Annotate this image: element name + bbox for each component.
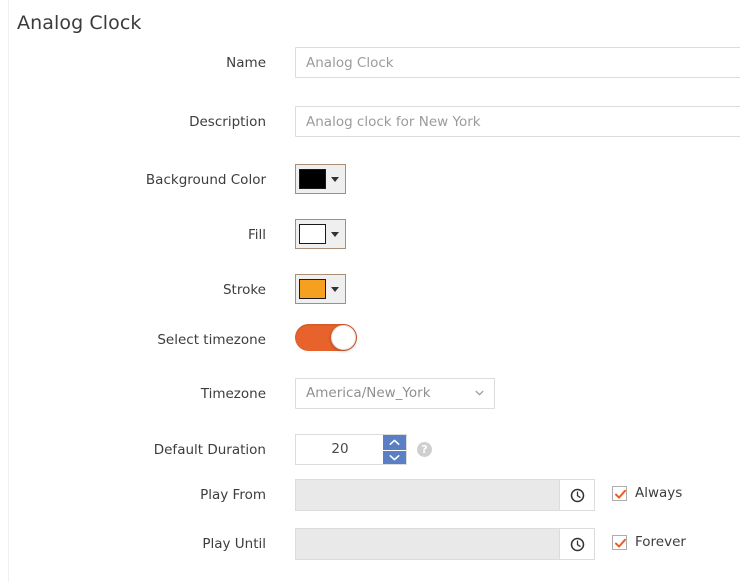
stroke-color-picker-button[interactable]: [295, 274, 346, 304]
name-input[interactable]: [295, 47, 740, 78]
toggle-knob: [331, 325, 356, 350]
play-from-clock-button[interactable]: [559, 479, 595, 511]
play-from-input-group: [295, 479, 595, 511]
always-checkbox-label: Always: [635, 485, 683, 501]
question-mark-icon[interactable]: ?: [417, 442, 432, 457]
default-duration-input[interactable]: 20: [296, 435, 384, 464]
form-row-select-timezone: Select timezone: [0, 324, 740, 358]
form-row-description: Description: [0, 106, 740, 140]
chevron-down-icon: [331, 176, 339, 182]
play-until-input[interactable]: [295, 528, 559, 560]
clock-icon: [570, 537, 584, 551]
form-row-background-color: Background Color: [0, 164, 740, 198]
form-row-timezone: Timezone America/New_York: [0, 378, 740, 412]
timezone-select[interactable]: America/New_York: [295, 378, 495, 409]
play-until-input-group: [295, 528, 595, 560]
play-from-label: Play From: [200, 487, 266, 503]
play-until-label: Play Until: [202, 536, 266, 552]
form-row-default-duration: Default Duration 20 ?: [0, 434, 740, 468]
play-from-input[interactable]: [295, 479, 559, 511]
chevron-up-icon: [389, 439, 400, 445]
forever-checkbox-label: Forever: [635, 534, 686, 550]
always-checkbox-wrapper[interactable]: Always: [612, 485, 682, 501]
play-until-clock-button[interactable]: [559, 528, 595, 560]
background-color-picker-button[interactable]: [295, 164, 346, 194]
check-icon: [615, 489, 626, 499]
form-row-name: Name: [0, 47, 740, 81]
stepper-decrement-button[interactable]: [383, 449, 406, 464]
default-duration-label: Default Duration: [153, 442, 266, 458]
chevron-down-icon: [389, 454, 400, 461]
select-timezone-label: Select timezone: [157, 332, 266, 348]
form-row-play-until: Play Until Forever: [0, 528, 740, 562]
description-label: Description: [189, 114, 266, 130]
timezone-select-wrapper: America/New_York: [295, 378, 495, 409]
fill-label: Fill: [247, 227, 266, 243]
stepper-buttons: [383, 435, 406, 464]
check-icon: [615, 538, 626, 548]
form-row-play-from: Play From Always: [0, 479, 740, 513]
name-label: Name: [226, 55, 266, 71]
fill-color-swatch: [299, 224, 326, 244]
default-duration-stepper: 20: [295, 434, 407, 465]
stroke-label: Stroke: [222, 282, 266, 298]
chevron-down-icon: [331, 231, 339, 237]
page-title: Analog Clock: [17, 12, 142, 34]
forever-checkbox-wrapper[interactable]: Forever: [612, 534, 686, 550]
description-input[interactable]: [295, 106, 740, 137]
stepper-increment-button[interactable]: [383, 435, 406, 450]
timezone-label: Timezone: [200, 386, 266, 402]
clock-icon: [570, 488, 584, 502]
stroke-color-swatch: [299, 279, 326, 299]
form-row-stroke: Stroke: [0, 274, 740, 308]
form-row-fill: Fill: [0, 219, 740, 253]
always-checkbox[interactable]: [612, 485, 627, 501]
background-color-label: Background Color: [145, 172, 266, 188]
background-color-swatch: [299, 169, 326, 189]
forever-checkbox[interactable]: [612, 534, 627, 550]
select-timezone-toggle[interactable]: [295, 324, 357, 351]
fill-color-picker-button[interactable]: [295, 219, 346, 249]
chevron-down-icon: [331, 286, 339, 292]
